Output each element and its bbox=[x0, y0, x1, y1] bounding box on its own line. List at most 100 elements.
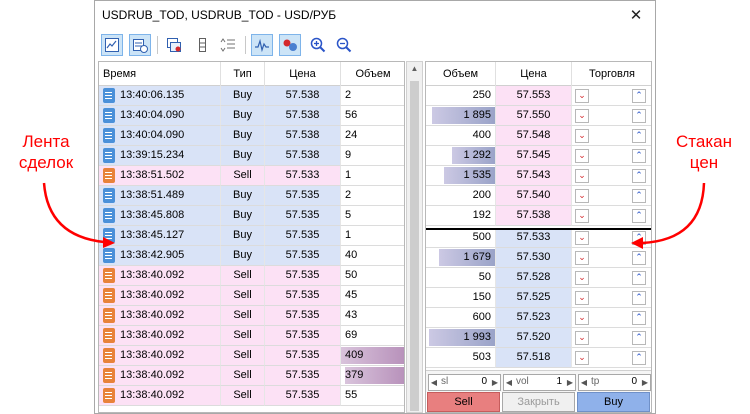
chart-icon bbox=[105, 38, 119, 52]
header-time[interactable]: Время bbox=[99, 62, 221, 86]
scroll-up-icon[interactable]: ▲ bbox=[407, 64, 422, 73]
trade-volume: 24 bbox=[345, 129, 358, 141]
sell-limit-button[interactable]: ⌄ bbox=[575, 351, 589, 365]
depth-volume-cell: 150 bbox=[426, 288, 496, 308]
trade-price: 57.535 bbox=[265, 186, 341, 206]
spread-divider bbox=[426, 228, 651, 230]
sell-limit-button[interactable]: ⌄ bbox=[575, 129, 589, 143]
trade-type: Sell bbox=[221, 166, 265, 186]
sell-limit-button[interactable]: ⌄ bbox=[575, 189, 589, 203]
sl-decrease-icon[interactable]: ◀ bbox=[429, 375, 439, 390]
sl-label: sl bbox=[441, 376, 449, 387]
zoom-in-button[interactable] bbox=[307, 34, 329, 56]
trade-type: Sell bbox=[221, 386, 265, 406]
depth-volume: 200 bbox=[472, 189, 491, 201]
trade-row[interactable]: 13:40:06.135 Buy 57.538 2 bbox=[99, 86, 404, 106]
trade-time-cell: 13:38:51.489 bbox=[99, 186, 221, 206]
sell-button[interactable]: Sell bbox=[427, 392, 500, 412]
depth-price: 57.538 bbox=[496, 206, 572, 226]
buy-limit-button[interactable]: ⌃ bbox=[632, 251, 646, 265]
buy-limit-button[interactable]: ⌃ bbox=[632, 351, 646, 365]
trade-row[interactable]: 13:39:15.234 Buy 57.538 9 bbox=[99, 146, 404, 166]
header-type[interactable]: Тип bbox=[221, 62, 265, 86]
buy-button[interactable]: Buy bbox=[577, 392, 650, 412]
sell-limit-button[interactable]: ⌄ bbox=[575, 331, 589, 345]
sell-limit-button[interactable]: ⌄ bbox=[575, 231, 589, 245]
buy-limit-button[interactable]: ⌃ bbox=[632, 231, 646, 245]
sell-limit-button[interactable]: ⌄ bbox=[575, 149, 589, 163]
sell-limit-button[interactable]: ⌄ bbox=[575, 109, 589, 123]
trade-row[interactable]: 13:38:51.489 Buy 57.535 2 bbox=[99, 186, 404, 206]
depth-volume: 192 bbox=[472, 209, 491, 221]
level2-button[interactable] bbox=[251, 34, 273, 56]
trade-row[interactable]: 13:40:04.090 Buy 57.538 24 bbox=[99, 126, 404, 146]
trade-row[interactable]: 13:38:40.092 Sell 57.535 45 bbox=[99, 286, 404, 306]
ticks-toggle-button[interactable] bbox=[129, 34, 151, 56]
trade-row[interactable]: 13:38:40.092 Sell 57.535 379 bbox=[99, 366, 404, 386]
vol-increase-icon[interactable]: ▶ bbox=[565, 375, 575, 390]
trade-volume: 69 bbox=[345, 329, 358, 341]
sl-increase-icon[interactable]: ▶ bbox=[490, 375, 500, 390]
bubbles-button[interactable] bbox=[279, 34, 301, 56]
trade-row[interactable]: 13:38:45.808 Buy 57.535 5 bbox=[99, 206, 404, 226]
trade-row[interactable]: 13:38:40.092 Sell 57.535 55 bbox=[99, 386, 404, 406]
trade-volume: 56 bbox=[345, 109, 358, 121]
toolbar bbox=[95, 31, 655, 59]
vol-decrease-icon[interactable]: ◀ bbox=[504, 375, 514, 390]
close-button[interactable]: ✕ bbox=[625, 5, 647, 27]
close-position-button[interactable]: Закрыть bbox=[502, 392, 575, 412]
sl-spinner[interactable]: ◀ sl 0 ▶ bbox=[428, 374, 501, 391]
scrollbar-thumb[interactable] bbox=[410, 81, 419, 411]
trade-row[interactable]: 13:38:40.092 Sell 57.535 409 bbox=[99, 346, 404, 366]
tp-value[interactable]: 0 bbox=[631, 376, 637, 387]
zoom-out-button[interactable] bbox=[333, 34, 355, 56]
buy-limit-button[interactable]: ⌃ bbox=[632, 291, 646, 305]
trade-row[interactable]: 13:38:51.502 Sell 57.533 1 bbox=[99, 166, 404, 186]
depth-row-ask: 200 57.540 ⌄ ⌃ bbox=[426, 186, 651, 206]
buy-limit-button[interactable]: ⌃ bbox=[632, 129, 646, 143]
depth-volume-cell: 200 bbox=[426, 186, 496, 206]
column-button[interactable] bbox=[191, 34, 213, 56]
buy-limit-button[interactable]: ⌃ bbox=[632, 189, 646, 203]
buy-limit-button[interactable]: ⌃ bbox=[632, 331, 646, 345]
time-and-sales-table: Время Тип Цена Объем 13:40:06.135 Buy 57.5… bbox=[98, 61, 405, 413]
buy-limit-button[interactable]: ⌃ bbox=[632, 149, 646, 163]
trade-volume: 9 bbox=[345, 149, 352, 161]
tp-decrease-icon[interactable]: ◀ bbox=[579, 375, 589, 390]
sell-limit-button[interactable]: ⌄ bbox=[575, 271, 589, 285]
buy-limit-button[interactable]: ⌃ bbox=[632, 109, 646, 123]
sell-limit-button[interactable]: ⌄ bbox=[575, 311, 589, 325]
buy-limit-button[interactable]: ⌃ bbox=[632, 209, 646, 223]
trade-volume: 379 bbox=[345, 369, 364, 381]
trade-row[interactable]: 13:38:40.092 Sell 57.535 43 bbox=[99, 306, 404, 326]
charts-button[interactable] bbox=[163, 34, 185, 56]
trade-volume: 50 bbox=[345, 269, 358, 281]
buy-limit-button[interactable]: ⌃ bbox=[632, 169, 646, 183]
sell-limit-button[interactable]: ⌄ bbox=[575, 291, 589, 305]
tp-increase-icon[interactable]: ▶ bbox=[640, 375, 650, 390]
trade-row[interactable]: 13:40:04.090 Buy 57.538 56 bbox=[99, 106, 404, 126]
sell-limit-button[interactable]: ⌄ bbox=[575, 169, 589, 183]
chart-toggle-button[interactable] bbox=[101, 34, 123, 56]
trade-volume-cell: 24 bbox=[341, 126, 404, 146]
buy-limit-button[interactable]: ⌃ bbox=[632, 89, 646, 103]
volume-spinner[interactable]: ◀ vol 1 ▶ bbox=[503, 374, 576, 391]
trade-row[interactable]: 13:38:45.127 Buy 57.535 1 bbox=[99, 226, 404, 246]
buy-limit-button[interactable]: ⌃ bbox=[632, 311, 646, 325]
depth-price: 57.548 bbox=[496, 126, 572, 146]
trade-row[interactable]: 13:38:40.092 Sell 57.535 50 bbox=[99, 266, 404, 286]
header-price[interactable]: Цена bbox=[265, 62, 341, 86]
header-volume[interactable]: Объем bbox=[341, 62, 404, 86]
sell-limit-button[interactable]: ⌄ bbox=[575, 251, 589, 265]
sell-limit-button[interactable]: ⌄ bbox=[575, 209, 589, 223]
buy-limit-button[interactable]: ⌃ bbox=[632, 271, 646, 285]
depth-volume-cell: 600 bbox=[426, 308, 496, 328]
tp-spinner[interactable]: ◀ tp 0 ▶ bbox=[578, 374, 651, 391]
sl-value[interactable]: 0 bbox=[481, 376, 487, 387]
vol-value[interactable]: 1 bbox=[556, 376, 562, 387]
trades-scrollbar[interactable]: ▲ bbox=[406, 61, 423, 413]
sort-button[interactable] bbox=[217, 34, 239, 56]
sell-limit-button[interactable]: ⌄ bbox=[575, 89, 589, 103]
trade-row[interactable]: 13:38:40.092 Sell 57.535 69 bbox=[99, 326, 404, 346]
trade-row[interactable]: 13:38:42.905 Buy 57.535 40 bbox=[99, 246, 404, 266]
